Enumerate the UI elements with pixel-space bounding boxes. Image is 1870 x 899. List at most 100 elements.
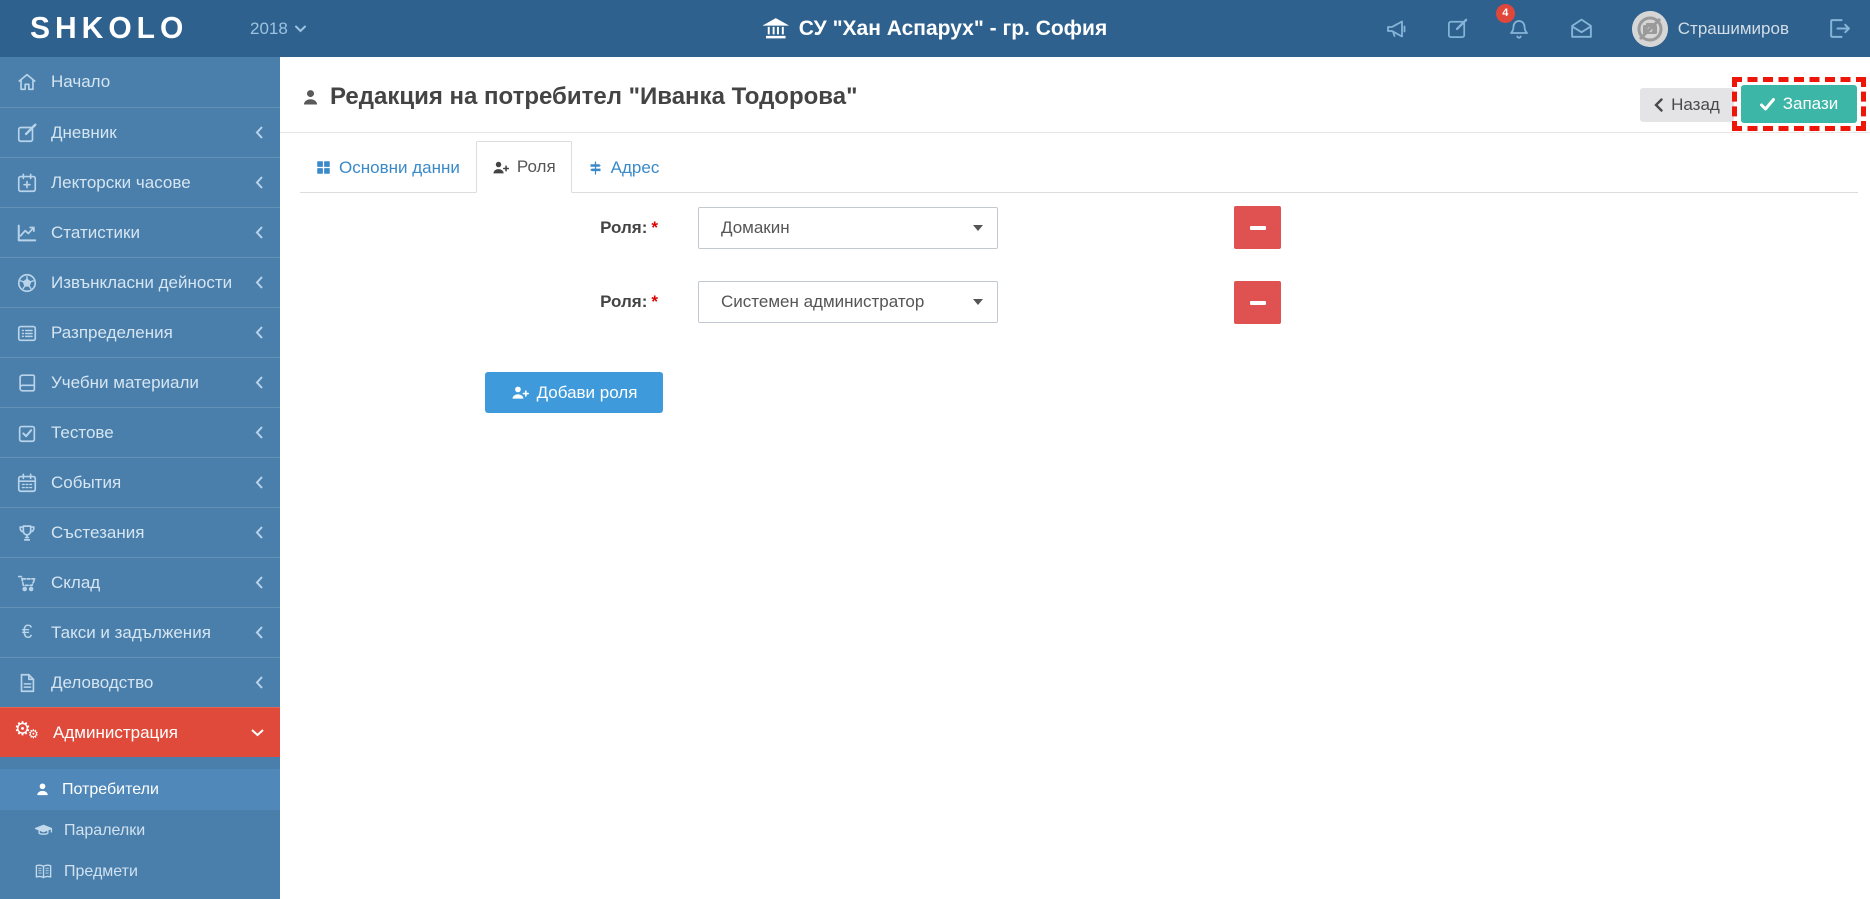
role-select-value: Системен администратор xyxy=(721,292,925,311)
sidebar-item-materials[interactable]: Учебни материали xyxy=(0,357,280,407)
back-button[interactable]: Назад xyxy=(1640,88,1734,122)
submenu-item-users[interactable]: Потребители xyxy=(0,769,280,810)
role-select[interactable]: Системен администратор xyxy=(698,281,998,323)
file-text-icon xyxy=(16,672,38,694)
chevron-left-icon xyxy=(255,226,264,239)
trophy-icon xyxy=(16,522,38,544)
chevron-left-icon xyxy=(255,176,264,189)
logout-icon[interactable] xyxy=(1827,16,1852,41)
main-content: Редакция на потребител "Иванка Тодорова"… xyxy=(280,57,1870,899)
tab-label: Основни данни xyxy=(339,157,460,177)
avatar xyxy=(1631,10,1668,47)
sidebar-item-label: Дневник xyxy=(51,122,117,142)
school-name: СУ "Хан Аспарух" - гр. София xyxy=(798,16,1108,40)
header-actions: 4 Страшимиров xyxy=(1384,0,1852,57)
euro-icon: € xyxy=(21,621,33,643)
submenu-item-subjects[interactable]: Предмети xyxy=(0,851,280,892)
role-label: Роля: * xyxy=(280,281,658,323)
check-icon xyxy=(1759,97,1775,111)
remove-role-button[interactable] xyxy=(1234,281,1281,324)
submenu-item-label: Паралелки xyxy=(64,821,146,839)
chevron-left-icon xyxy=(255,426,264,439)
top-header: SHKOLO 2018 СУ "Хан Аспарух" - гр. София xyxy=(0,0,1870,57)
sidebar-item-label: Деловодство xyxy=(51,672,154,692)
sidebar-item-fees[interactable]: € Такси и задължения xyxy=(0,607,280,657)
sidebar-item-label: Администрация xyxy=(53,722,178,742)
sidebar-item-warehouse[interactable]: Склад xyxy=(0,557,280,607)
back-button-label: Назад xyxy=(1671,95,1720,114)
sidebar-item-label: Разпределения xyxy=(51,322,173,342)
user-icon xyxy=(300,87,321,108)
list-icon xyxy=(16,322,38,344)
chevron-left-icon xyxy=(255,326,264,339)
sidebar-item-lecture-hours[interactable]: Лекторски часове xyxy=(0,157,280,207)
journal-icon xyxy=(16,122,38,144)
sidebar-item-records[interactable]: Деловодство xyxy=(0,657,280,707)
chevron-left-icon xyxy=(255,626,264,639)
chevron-down-icon xyxy=(294,25,306,33)
sidebar-item-home[interactable]: Начало xyxy=(0,57,280,107)
tab-label: Адрес xyxy=(610,157,660,177)
sidebar-item-label: События xyxy=(51,472,122,492)
line-chart-icon xyxy=(16,222,38,244)
graduation-cap-icon xyxy=(34,821,53,840)
sidebar-item-administration[interactable]: ⚙ ⚙ Администрация xyxy=(0,707,280,757)
submenu-item-label: Потребители xyxy=(62,780,159,798)
sidebar-item-distributions[interactable]: Разпределения xyxy=(0,307,280,357)
tab-label: Роля xyxy=(516,157,556,176)
submenu-item-classes[interactable]: Паралелки xyxy=(0,810,280,851)
content-header: Редакция на потребител "Иванка Тодорова"… xyxy=(280,57,1870,133)
chevron-left-icon xyxy=(255,376,264,389)
user-plus-icon xyxy=(511,385,529,400)
tab-basic-data[interactable]: Основни данни xyxy=(300,141,476,193)
sidebar-item-label: Такси и задължения xyxy=(51,622,211,642)
year-selector[interactable]: 2018 xyxy=(250,19,306,39)
megaphone-icon[interactable] xyxy=(1384,17,1408,41)
chevron-left-icon xyxy=(1654,98,1663,112)
save-button[interactable]: Запази xyxy=(1741,85,1857,123)
add-role-button-label: Добави роля xyxy=(536,382,638,402)
sidebar-item-competitions[interactable]: Състезания xyxy=(0,507,280,557)
minus-icon xyxy=(1249,225,1266,230)
tab-bar: Основни данни Роля Адрес xyxy=(300,140,1858,193)
chevron-left-icon xyxy=(255,526,264,539)
role-label-text: Роля: xyxy=(600,292,648,311)
role-select-value: Домакин xyxy=(721,218,790,237)
sidebar: Начало Дневник Лекторски часове Статисти… xyxy=(0,57,280,899)
page-title-text: Редакция на потребител "Иванка Тодорова" xyxy=(330,83,858,110)
required-asterisk: * xyxy=(651,292,658,311)
add-role-button[interactable]: Добави роля xyxy=(485,372,663,413)
gears-icon: ⚙ ⚙ xyxy=(14,717,39,741)
role-label: Роля: * xyxy=(280,207,658,249)
sidebar-item-label: Учебни материали xyxy=(51,372,199,392)
sidebar-item-events[interactable]: События xyxy=(0,457,280,507)
sidebar-item-statistics[interactable]: Статистики xyxy=(0,207,280,257)
chevron-left-icon xyxy=(255,276,264,289)
calendar-icon xyxy=(16,472,38,494)
compose-icon[interactable] xyxy=(1446,17,1469,40)
chevron-left-icon xyxy=(255,676,264,689)
app-logo[interactable]: SHKOLO xyxy=(0,11,250,46)
sidebar-item-journal[interactable]: Дневник xyxy=(0,107,280,157)
caret-down-icon xyxy=(973,225,983,231)
bell-icon[interactable]: 4 xyxy=(1495,3,1531,41)
tab-role[interactable]: Роля xyxy=(475,141,572,193)
administration-submenu: Потребители Паралелки Предмети xyxy=(0,757,280,892)
tab-address[interactable]: Адрес xyxy=(572,141,676,193)
chevron-down-icon xyxy=(251,728,264,737)
mail-icon[interactable] xyxy=(1569,16,1594,41)
user-menu[interactable]: Страшимиров xyxy=(1631,10,1789,47)
user-plus-icon xyxy=(492,160,509,175)
role-select[interactable]: Домакин xyxy=(698,207,998,249)
sidebar-item-tests[interactable]: Тестове xyxy=(0,407,280,457)
notification-badge: 4 xyxy=(1495,3,1515,23)
signpost-icon xyxy=(588,160,603,176)
school-title: СУ "Хан Аспарух" - гр. София xyxy=(762,16,1108,42)
remove-role-button[interactable] xyxy=(1234,206,1281,249)
sidebar-item-extracurricular[interactable]: Извънкласни дейности xyxy=(0,257,280,307)
sidebar-item-label: Състезания xyxy=(51,522,145,542)
year-value: 2018 xyxy=(250,18,288,38)
institution-icon xyxy=(762,16,789,42)
home-icon xyxy=(16,71,38,93)
role-label-text: Роля: xyxy=(600,218,648,237)
